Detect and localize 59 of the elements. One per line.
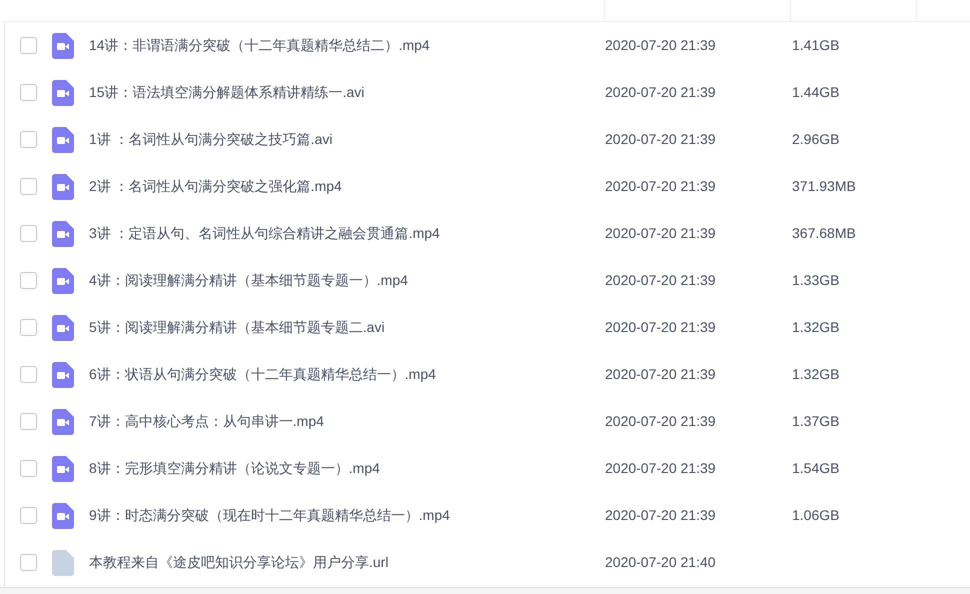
modified-date: 2020-07-20 21:39 — [605, 271, 717, 290]
file-name[interactable]: 7讲：高中核心考点：从句串讲一.mp4 — [89, 411, 599, 432]
modified-date: 2020-07-20 21:39 — [605, 177, 717, 196]
video-file-icon — [52, 174, 74, 200]
modified-date: 2020-07-20 21:40 — [605, 553, 717, 572]
file-size: 1.33GB — [792, 271, 840, 290]
checkbox[interactable] — [20, 178, 37, 195]
file-size: 1.32GB — [792, 365, 840, 384]
checkbox[interactable] — [20, 225, 37, 242]
file-name[interactable]: 1讲 ：名词性从句满分突破之技巧篇.avi — [89, 129, 599, 150]
file-name[interactable]: 15讲：语法填空满分解题体系精讲精练一.avi — [89, 82, 599, 103]
modified-date: 2020-07-20 21:39 — [605, 412, 717, 431]
video-file-icon — [52, 408, 74, 434]
modified-date: 2020-07-20 21:39 — [605, 224, 717, 243]
video-file-icon — [52, 220, 74, 246]
modified-date: 2020-07-20 21:39 — [605, 506, 717, 525]
checkbox[interactable] — [20, 413, 37, 430]
file-name[interactable]: 4讲：阅读理解满分精讲（基本细节题专题一）.mp4 — [89, 270, 599, 291]
checkbox[interactable] — [20, 319, 37, 336]
modified-date: 2020-07-20 21:39 — [605, 36, 717, 55]
checkbox[interactable] — [20, 37, 37, 54]
file-size: 2.96GB — [792, 130, 840, 149]
modified-date: 2020-07-20 21:39 — [605, 130, 717, 149]
file-size: 367.68MB — [792, 224, 856, 243]
file-name[interactable]: 8讲：完形填空满分精讲（论说文专题一）.mp4 — [89, 458, 599, 479]
checkbox[interactable] — [20, 507, 37, 524]
modified-date: 2020-07-20 21:39 — [605, 83, 717, 102]
checkbox[interactable] — [20, 554, 37, 571]
modified-date: 2020-07-20 21:39 — [605, 365, 717, 384]
checkbox[interactable] — [20, 460, 37, 477]
video-file-icon — [52, 314, 74, 340]
file-name[interactable]: 9讲：时态满分突破（现在时十二年真题精华总结一）.mp4 — [89, 505, 599, 526]
checkbox[interactable] — [20, 272, 37, 289]
video-file-icon — [52, 502, 74, 528]
video-file-icon — [52, 32, 74, 58]
file-name[interactable]: 14讲：非谓语满分突破（十二年真题精华总结二）.mp4 — [89, 35, 599, 56]
file-size: 1.41GB — [792, 36, 840, 55]
file-size: 1.44GB — [792, 83, 840, 102]
file-name[interactable]: 5讲：阅读理解满分精讲（基本细节题专题二.avi — [89, 317, 599, 338]
video-file-icon — [52, 126, 74, 152]
file-size: 1.37GB — [792, 412, 840, 431]
video-file-icon — [52, 268, 74, 294]
file-size: 1.54GB — [792, 459, 840, 478]
video-file-icon — [52, 362, 74, 388]
file-name[interactable]: 2讲 ：名词性从句满分突破之强化篇.mp4 — [89, 176, 599, 197]
file-icon — [52, 550, 74, 576]
checkbox[interactable] — [20, 366, 37, 383]
video-file-icon — [52, 456, 74, 482]
file-name[interactable]: 6讲：状语从句满分突破（十二年真题精华总结一）.mp4 — [89, 364, 599, 385]
file-name[interactable]: 本教程来自《途皮吧知识分享论坛》用户分享.url — [89, 552, 599, 573]
file-size: 371.93MB — [792, 177, 856, 196]
modified-date: 2020-07-20 21:39 — [605, 318, 717, 337]
checkbox[interactable] — [20, 84, 37, 101]
video-file-icon — [52, 80, 74, 106]
file-size: 1.06GB — [792, 506, 840, 525]
file-size: 1.32GB — [792, 318, 840, 337]
modified-date: 2020-07-20 21:39 — [605, 459, 717, 478]
checkbox[interactable] — [20, 131, 37, 148]
file-name[interactable]: 3讲 ：定语从句、名词性从句综合精讲之融会贯通篇.mp4 — [89, 223, 599, 244]
